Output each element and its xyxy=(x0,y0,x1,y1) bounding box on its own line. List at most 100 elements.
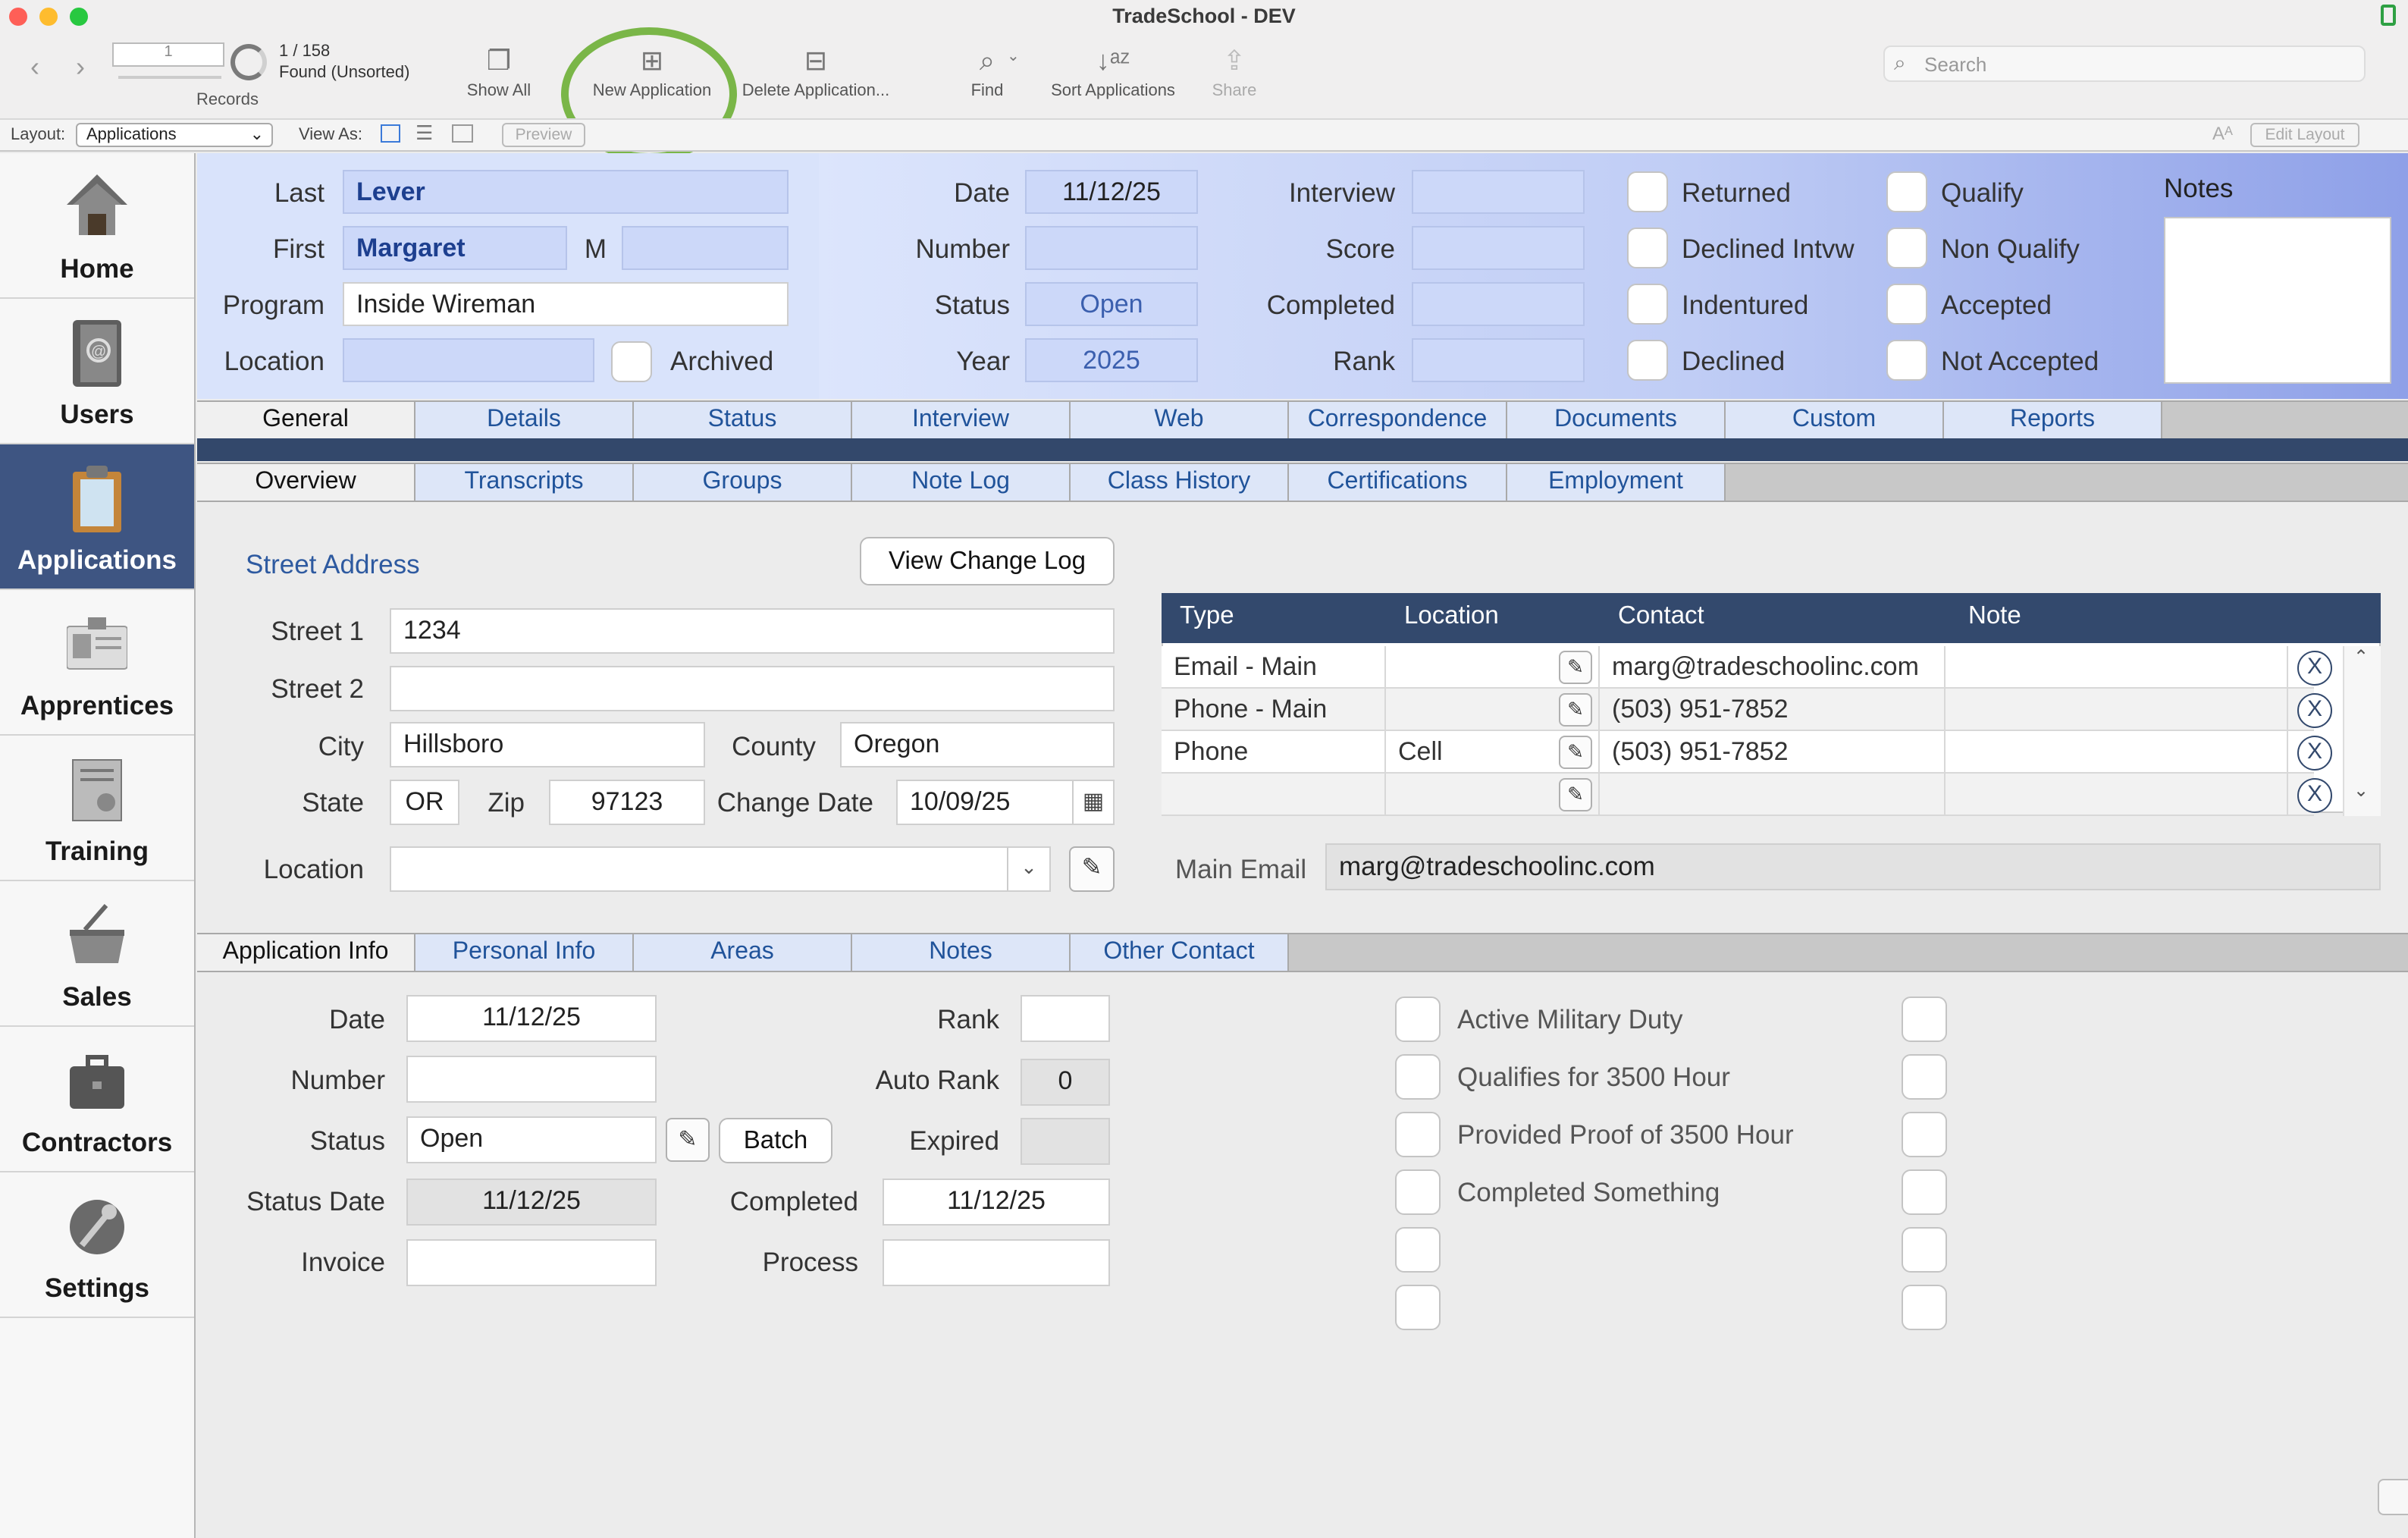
pencil-icon[interactable]: ✎ xyxy=(1559,778,1592,811)
app-date-field[interactable]: 11/12/25 xyxy=(406,995,657,1042)
right-column-checkbox[interactable] xyxy=(1902,1227,1947,1273)
header-number-field[interactable] xyxy=(1025,226,1198,270)
tab-groups[interactable]: Groups xyxy=(634,464,852,501)
find-dropdown-icon[interactable]: ⌄ xyxy=(1007,49,1020,65)
contact-value[interactable] xyxy=(1600,774,1946,816)
pencil-icon[interactable]: ✎ xyxy=(1069,846,1115,892)
record-slider[interactable] xyxy=(118,76,221,79)
declined-checkbox[interactable] xyxy=(1627,340,1668,381)
header-location-field[interactable] xyxy=(343,338,594,382)
tab-documents[interactable]: Documents xyxy=(1507,402,1726,438)
delete-row-icon[interactable]: X xyxy=(2297,693,2332,728)
contact-value[interactable]: (503) 951-7852 xyxy=(1600,731,1946,774)
portal-scrollbar[interactable]: ⌃ ⌄ xyxy=(2343,646,2381,816)
tab-application-info[interactable]: Application Info xyxy=(197,934,415,971)
pencil-icon[interactable]: ✎ xyxy=(1559,651,1592,684)
declined-intvw-checkbox[interactable] xyxy=(1627,228,1668,268)
unlabeled-checkbox[interactable] xyxy=(1395,1227,1441,1273)
form-view-icon[interactable] xyxy=(381,124,400,143)
right-column-checkbox[interactable] xyxy=(1902,1285,1947,1330)
right-column-checkbox[interactable] xyxy=(1902,997,1947,1042)
header-status-field[interactable]: Open xyxy=(1025,282,1198,326)
tab-certifications[interactable]: Certifications xyxy=(1289,464,1507,501)
tab-transcripts[interactable]: Transcripts xyxy=(415,464,634,501)
pencil-icon[interactable]: ✎ xyxy=(1559,736,1592,769)
forward-arrow-icon[interactable]: › xyxy=(76,52,85,83)
score-field[interactable] xyxy=(1412,226,1585,270)
chevron-down-icon[interactable]: ⌄ xyxy=(2353,780,2369,801)
header-rank-field[interactable] xyxy=(1412,338,1585,382)
sidebar-item-contractors[interactable]: Contractors xyxy=(0,1027,194,1172)
app-completed-field[interactable]: 11/12/25 xyxy=(883,1179,1110,1226)
program-field[interactable]: Inside Wireman xyxy=(343,282,789,326)
tab-note-log[interactable]: Note Log xyxy=(852,464,1071,501)
show-all-button[interactable]: ❐ Show All xyxy=(452,39,546,100)
contact-note[interactable] xyxy=(1946,774,2288,816)
batch-button[interactable]: Batch xyxy=(719,1118,832,1163)
header-completed-field[interactable] xyxy=(1412,282,1585,326)
tab-interview[interactable]: Interview xyxy=(852,402,1071,438)
sidebar-item-settings[interactable]: Settings xyxy=(0,1172,194,1318)
sidebar-item-sales[interactable]: Sales xyxy=(0,881,194,1027)
app-number-field[interactable] xyxy=(406,1056,657,1103)
contact-note[interactable] xyxy=(1946,689,2288,731)
middle-name-field[interactable] xyxy=(622,226,789,270)
sidebar-item-home[interactable]: Home xyxy=(0,153,194,299)
tab-details[interactable]: Details xyxy=(415,402,634,438)
search-input[interactable]: Search xyxy=(1883,46,2366,82)
preview-button[interactable]: Preview xyxy=(502,123,585,147)
back-arrow-icon[interactable]: ‹ xyxy=(30,52,39,83)
state-field[interactable]: OR xyxy=(390,780,459,825)
pencil-icon[interactable]: ✎ xyxy=(666,1118,710,1162)
first-name-field[interactable]: Margaret xyxy=(343,226,567,270)
table-row[interactable] xyxy=(1162,774,2314,816)
active-military-duty-checkbox[interactable] xyxy=(1395,997,1441,1042)
tab-status[interactable]: Status xyxy=(634,402,852,438)
tab-personal-info[interactable]: Personal Info xyxy=(415,934,634,971)
contact-note[interactable] xyxy=(1946,646,2288,689)
sidebar-item-users[interactable]: @ Users xyxy=(0,299,194,444)
indentured-checkbox[interactable] xyxy=(1627,284,1668,325)
non-qualify-checkbox[interactable] xyxy=(1886,228,1927,268)
right-column-checkbox[interactable] xyxy=(1902,1054,1947,1100)
returned-checkbox[interactable] xyxy=(1627,171,1668,212)
pencil-icon[interactable]: ✎ xyxy=(1559,693,1592,727)
table-view-icon[interactable] xyxy=(452,124,473,143)
qualifies-3500-checkbox[interactable] xyxy=(1395,1054,1441,1100)
view-change-log-button[interactable]: View Change Log xyxy=(860,537,1115,585)
tab-correspondence[interactable]: Correspondence xyxy=(1289,402,1507,438)
tab-notes[interactable]: Notes xyxy=(852,934,1071,971)
layout-select[interactable]: Applications ⌄ xyxy=(76,123,273,147)
list-view-icon[interactable]: ☰ xyxy=(415,121,433,146)
city-field[interactable]: Hillsboro xyxy=(390,722,705,767)
delete-row-icon[interactable]: X xyxy=(2297,651,2332,686)
street2-field[interactable] xyxy=(390,666,1115,711)
tab-employment[interactable]: Employment xyxy=(1507,464,1726,501)
side-panel-tab[interactable] xyxy=(2378,1479,2408,1515)
contact-note[interactable] xyxy=(1946,731,2288,774)
record-number-input[interactable]: 1 xyxy=(112,42,224,67)
tab-custom[interactable]: Custom xyxy=(1726,402,1944,438)
tab-other-contact[interactable]: Other Contact xyxy=(1071,934,1289,971)
header-notes-field[interactable] xyxy=(2164,217,2391,384)
tab-web[interactable]: Web xyxy=(1071,402,1289,438)
tab-areas[interactable]: Areas xyxy=(634,934,852,971)
process-field[interactable] xyxy=(883,1239,1110,1286)
right-column-checkbox[interactable] xyxy=(1902,1169,1947,1215)
completed-something-checkbox[interactable] xyxy=(1395,1169,1441,1215)
right-column-checkbox[interactable] xyxy=(1902,1112,1947,1157)
interview-field[interactable] xyxy=(1412,170,1585,214)
font-size-icon[interactable]: Aᴬ xyxy=(2212,123,2233,144)
sidebar-item-training[interactable]: Training xyxy=(0,736,194,881)
tab-general[interactable]: General xyxy=(197,402,415,438)
address-location-select[interactable] xyxy=(390,846,1051,892)
archived-checkbox[interactable] xyxy=(611,341,652,382)
unlabeled-checkbox[interactable] xyxy=(1395,1285,1441,1330)
proof-3500-checkbox[interactable] xyxy=(1395,1112,1441,1157)
app-status-field[interactable]: Open xyxy=(406,1116,657,1163)
year-field[interactable]: 2025 xyxy=(1025,338,1198,382)
table-row[interactable]: Phone - Main (503) 951-7852 xyxy=(1162,689,2314,731)
contact-value[interactable]: (503) 951-7852 xyxy=(1600,689,1946,731)
table-row[interactable]: Phone Cell (503) 951-7852 xyxy=(1162,731,2314,774)
sidebar-item-applications[interactable]: Applications xyxy=(0,444,194,590)
